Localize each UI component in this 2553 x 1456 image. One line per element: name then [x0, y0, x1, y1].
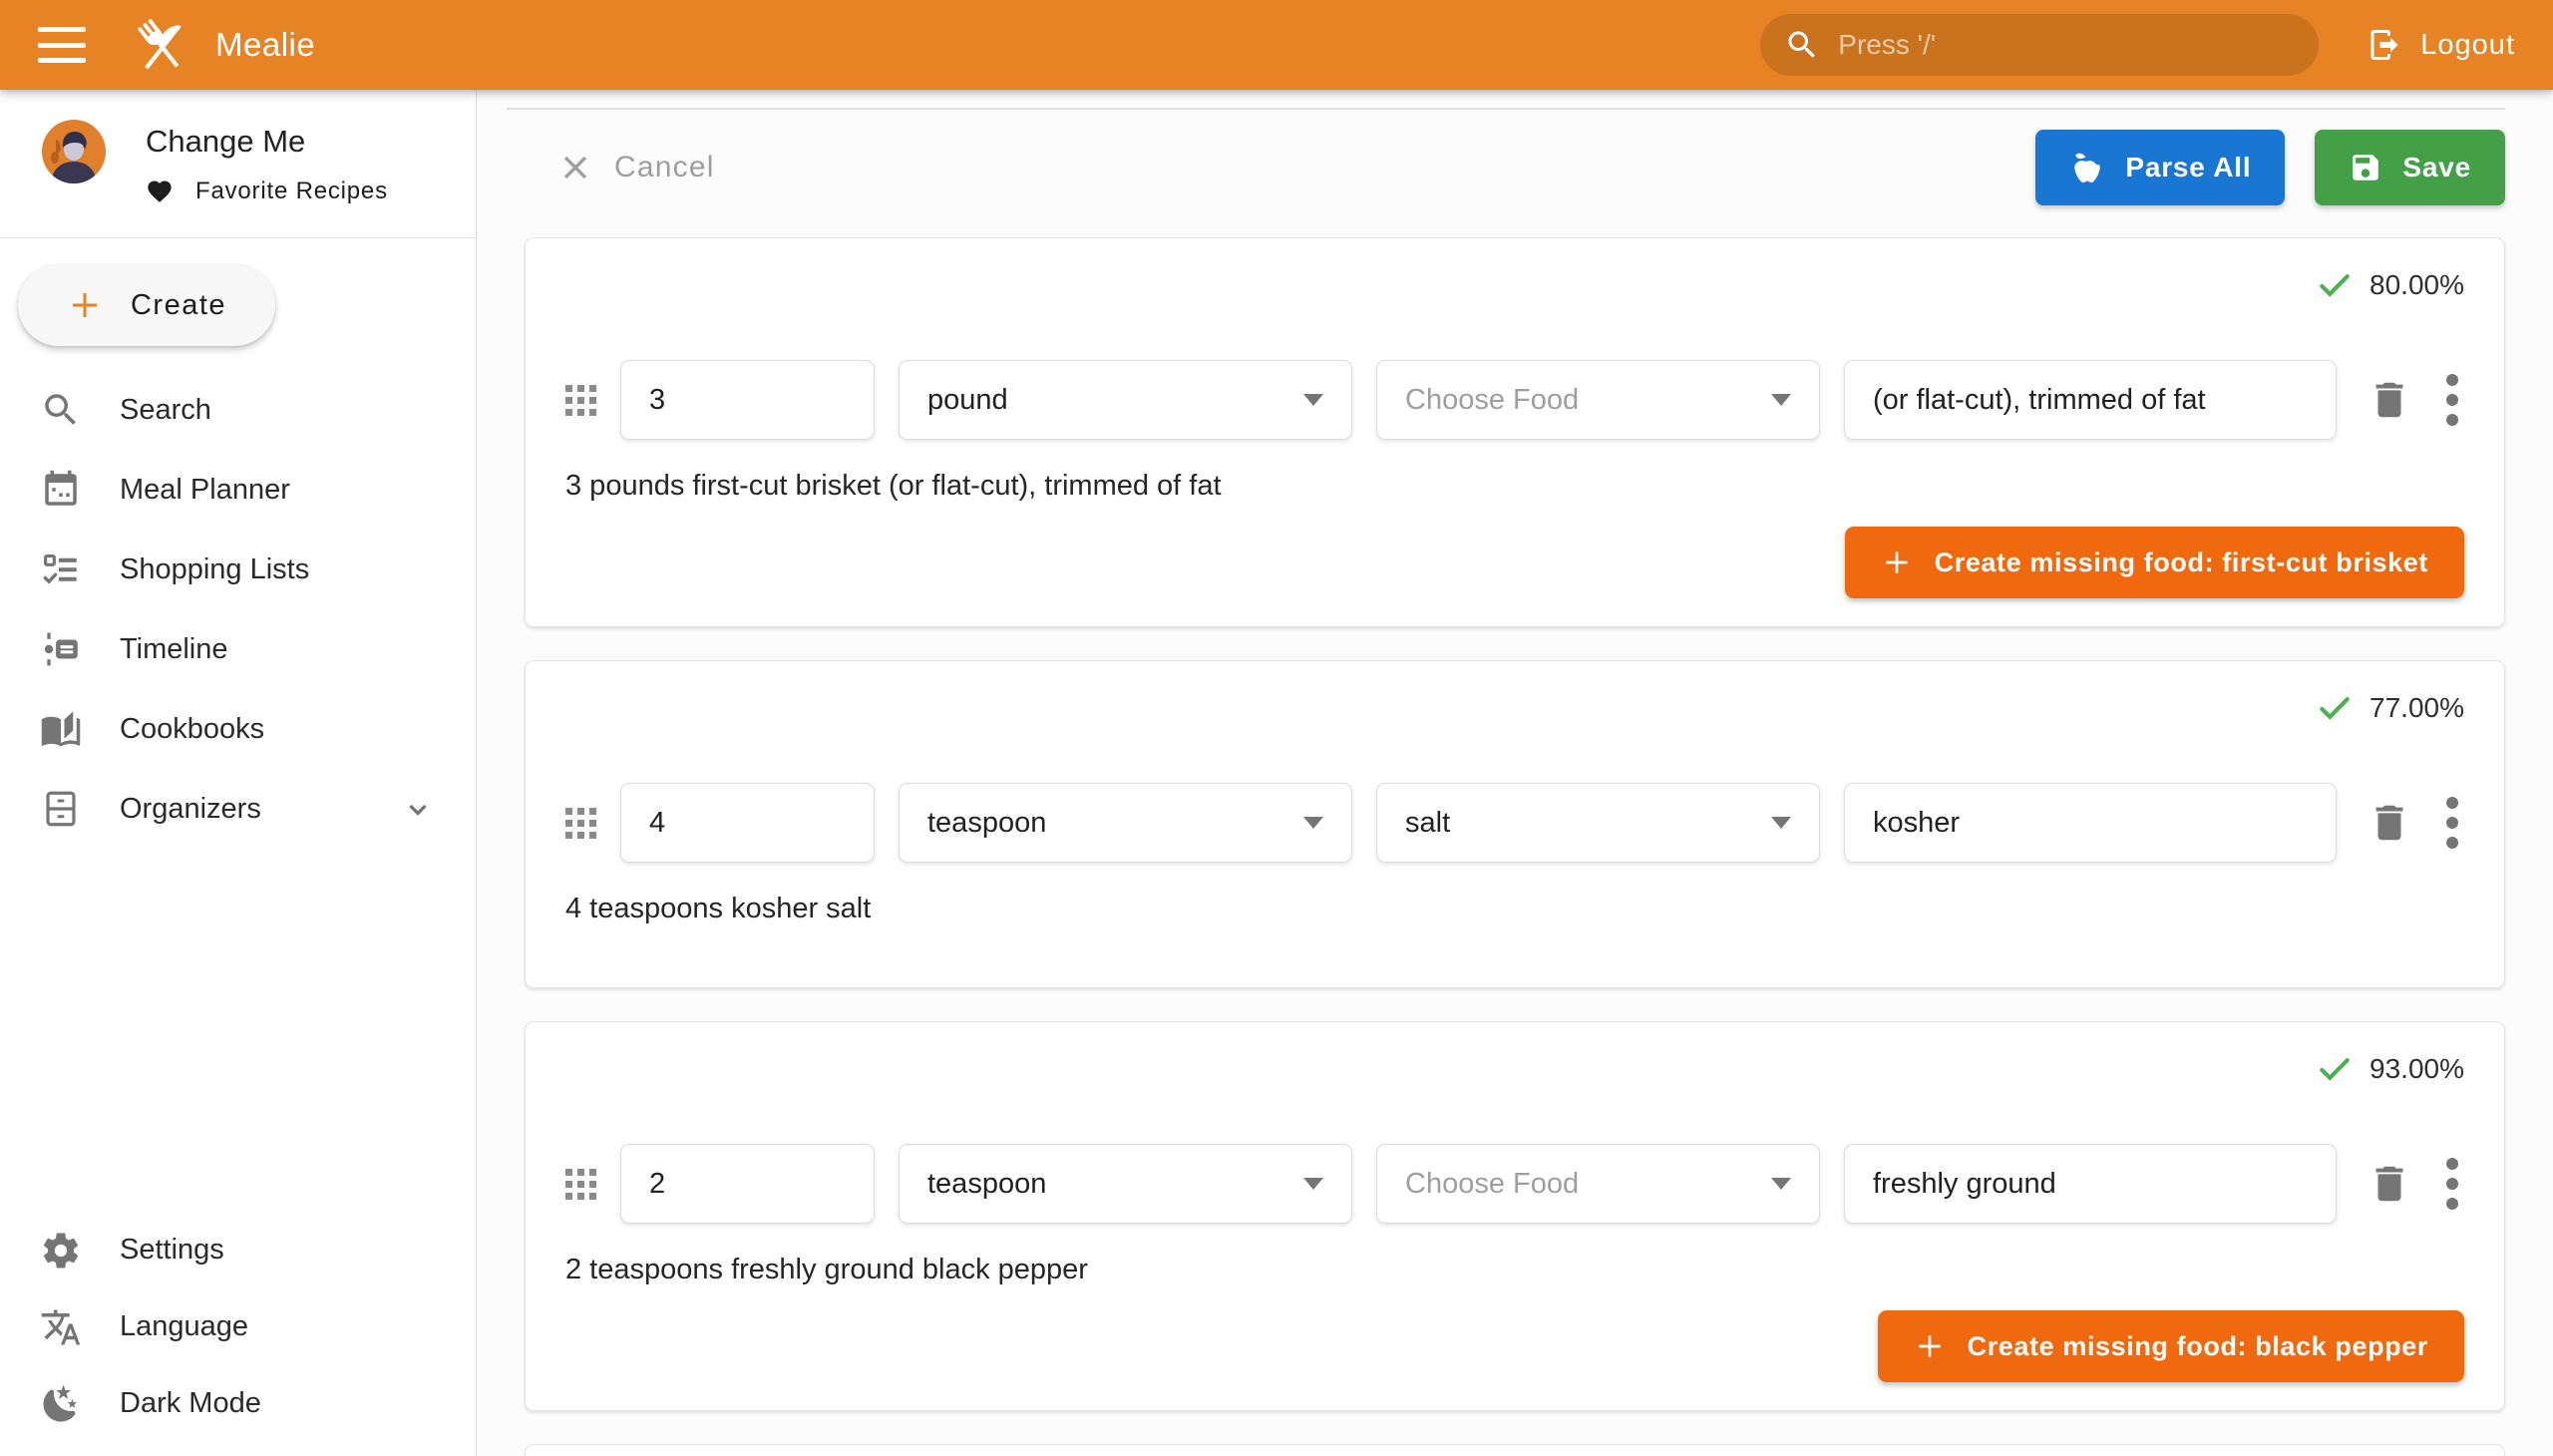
sidebar-item-timeline[interactable]: Timeline: [0, 609, 476, 689]
create-missing-food-button[interactable]: Create missing food: first-cut brisket: [1845, 527, 2464, 598]
plus-icon: [67, 287, 103, 323]
cancel-button[interactable]: Cancel: [558, 151, 715, 184]
dropdown-caret-icon: [1303, 817, 1323, 829]
avatar: [42, 120, 106, 183]
sidebar-footer: Settings Language Dark Mode: [0, 1212, 476, 1442]
save-button[interactable]: Save: [2315, 130, 2505, 205]
unit-select[interactable]: teaspoon: [899, 783, 1352, 863]
create-label: Create: [131, 289, 226, 322]
quantity-input[interactable]: [620, 1144, 875, 1224]
ingredient-card-partial: [525, 1444, 2505, 1456]
delete-button[interactable]: [2367, 377, 2412, 423]
note-input[interactable]: [1844, 360, 2337, 440]
sidebar-nav: Search Meal Planner Shopping Lists: [0, 370, 476, 849]
logout-label: Logout: [2420, 29, 2515, 62]
menu-icon[interactable]: [38, 27, 86, 63]
main-content: Cancel Parse All Save 80.00%: [477, 90, 2553, 1456]
check-icon: [2316, 266, 2354, 304]
sidebar-item-language[interactable]: Language: [0, 1288, 476, 1365]
sidebar-divider: [0, 237, 476, 238]
sidebar-item-settings[interactable]: Settings: [0, 1212, 476, 1288]
confidence-value: 93.00%: [2370, 1053, 2464, 1085]
food-select[interactable]: Choose Food: [1376, 360, 1820, 440]
calendar-icon: [40, 469, 82, 511]
close-icon: [558, 151, 592, 184]
sidebar-item-search[interactable]: Search: [0, 370, 476, 450]
timeline-icon: [40, 628, 82, 670]
sidebar-item-cookbooks[interactable]: Cookbooks: [0, 689, 476, 769]
ingredient-card: 93.00% teaspoon Choose Food 2: [525, 1021, 2505, 1411]
heart-icon: [146, 178, 174, 205]
global-search[interactable]: [1760, 14, 2319, 76]
logout-button[interactable]: Logout: [2367, 27, 2515, 63]
confidence-value: 77.00%: [2370, 692, 2464, 724]
unit-select[interactable]: teaspoon: [899, 1144, 1352, 1224]
quantity-input[interactable]: [620, 783, 875, 863]
quantity-input[interactable]: [620, 360, 875, 440]
dropdown-caret-icon: [1303, 394, 1323, 406]
search-icon: [40, 389, 82, 431]
drag-handle[interactable]: [565, 808, 596, 839]
original-ingredient-text: 2 teaspoons freshly ground black pepper: [565, 1254, 2464, 1286]
checklist-icon: [40, 548, 82, 590]
parse-all-button[interactable]: Parse All: [2035, 130, 2285, 205]
unit-select[interactable]: pound: [899, 360, 1352, 440]
confidence-value: 80.00%: [2370, 269, 2464, 301]
logout-icon: [2367, 27, 2402, 63]
search-input[interactable]: [1838, 29, 2257, 61]
app-header: Mealie Logout: [0, 0, 2553, 90]
plus-icon: [1914, 1330, 1946, 1362]
ingredient-card: 80.00% pound Choose Food 3 pou: [525, 237, 2505, 627]
save-icon: [2349, 151, 2382, 184]
check-icon: [2316, 689, 2354, 727]
mealie-logo-icon: [130, 14, 191, 76]
parser-toolbar: Cancel Parse All Save: [525, 128, 2505, 207]
more-options-button[interactable]: [2446, 797, 2458, 849]
more-options-button[interactable]: [2446, 1158, 2458, 1210]
user-profile[interactable]: Change Me Favorite Recipes: [0, 90, 476, 237]
search-icon: [1784, 27, 1820, 63]
dropdown-caret-icon: [1771, 394, 1791, 406]
user-name: Change Me: [146, 124, 388, 160]
food-select[interactable]: Choose Food: [1376, 1144, 1820, 1224]
note-input[interactable]: [1844, 1144, 2337, 1224]
delete-button[interactable]: [2367, 800, 2412, 846]
create-button[interactable]: Create: [18, 264, 275, 346]
delete-button[interactable]: [2367, 1161, 2412, 1207]
apple-icon: [2069, 150, 2105, 185]
note-input[interactable]: [1844, 783, 2337, 863]
dropdown-caret-icon: [1771, 817, 1791, 829]
book-open-icon: [40, 708, 82, 750]
ingredient-card: 77.00% teaspoon salt 4 teaspoo: [525, 660, 2505, 988]
ingredient-list: 80.00% pound Choose Food 3 pou: [525, 237, 2505, 1456]
sidebar-item-dark-mode[interactable]: Dark Mode: [0, 1365, 476, 1442]
gear-icon: [40, 1230, 82, 1272]
favorites-link[interactable]: Favorite Recipes: [195, 178, 388, 205]
sidebar-item-organizers[interactable]: Organizers: [0, 769, 476, 849]
food-select[interactable]: salt: [1376, 783, 1820, 863]
drag-handle[interactable]: [565, 1169, 596, 1200]
drag-handle[interactable]: [565, 385, 596, 416]
more-options-button[interactable]: [2446, 374, 2458, 426]
check-icon: [2316, 1050, 2354, 1088]
chevron-down-icon: [400, 791, 436, 827]
app-title: Mealie: [215, 26, 315, 64]
dropdown-caret-icon: [1303, 1178, 1323, 1190]
original-ingredient-text: 4 teaspoons kosher salt: [565, 893, 2464, 925]
sidebar: Change Me Favorite Recipes Create Search: [0, 90, 477, 1456]
dropdown-caret-icon: [1771, 1178, 1791, 1190]
content-top-divider: [507, 108, 2505, 110]
original-ingredient-text: 3 pounds first-cut brisket (or flat-cut)…: [565, 470, 2464, 503]
moon-icon: [40, 1383, 82, 1425]
translate-icon: [40, 1306, 82, 1348]
sidebar-item-meal-planner[interactable]: Meal Planner: [0, 450, 476, 530]
file-cabinet-icon: [40, 788, 82, 830]
plus-icon: [1881, 546, 1913, 578]
create-missing-food-button[interactable]: Create missing food: black pepper: [1878, 1310, 2464, 1382]
sidebar-item-shopping-lists[interactable]: Shopping Lists: [0, 530, 476, 609]
